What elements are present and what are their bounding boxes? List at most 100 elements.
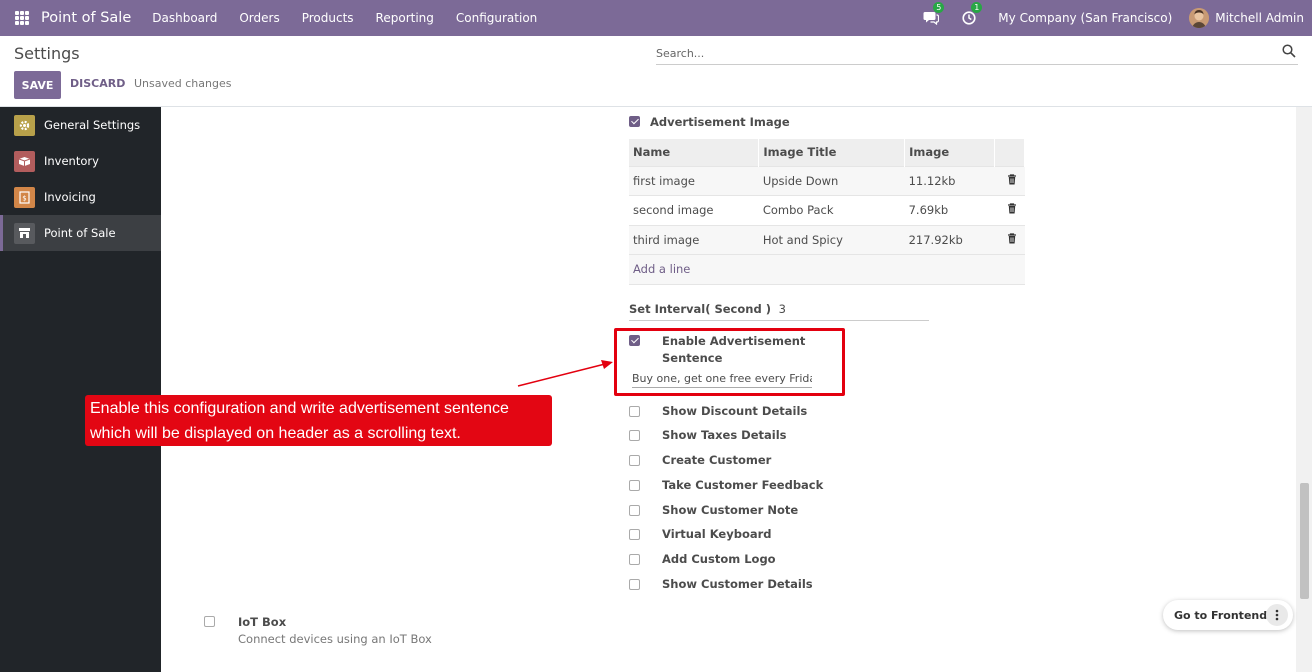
iot-box-description: Connect devices using an IoT Box	[238, 632, 432, 646]
option-show-customer-note[interactable]: Show Customer Note	[629, 503, 798, 517]
option-label: Show Taxes Details	[662, 428, 787, 442]
content-scrollbar[interactable]	[1296, 107, 1312, 672]
column-header-image[interactable]: Image	[904, 139, 996, 166]
option-virtual-keyboard[interactable]: Virtual Keyboard	[629, 527, 772, 541]
menu-dashboard[interactable]: Dashboard	[141, 11, 228, 25]
go-to-frontend-button[interactable]: Go to Frontend	[1174, 609, 1267, 622]
activities-button[interactable]: 1	[960, 2, 983, 27]
option-checkbox[interactable]	[629, 429, 640, 441]
delete-row-button[interactable]	[994, 165, 1025, 196]
app-name[interactable]: Point of Sale	[41, 10, 131, 26]
save-button[interactable]: SAVE	[14, 71, 61, 99]
option-add-custom-logo[interactable]: Add Custom Logo	[629, 552, 776, 566]
cell-image-title[interactable]: Hot and Spicy	[758, 224, 905, 255]
option-checkbox[interactable]	[629, 504, 640, 516]
box-icon	[14, 150, 35, 172]
delete-row-button[interactable]	[994, 224, 1025, 255]
kebab-menu-icon	[1275, 609, 1279, 621]
option-checkbox[interactable]	[629, 528, 640, 540]
table-row[interactable]: second image Combo Pack 7.69kb	[629, 195, 1025, 225]
interval-field: Set Interval( Second ) 3	[629, 302, 929, 321]
option-take-customer-feedback[interactable]: Take Customer Feedback	[629, 478, 823, 492]
add-line-link[interactable]: Add a line	[633, 262, 690, 276]
option-label: Take Customer Feedback	[662, 478, 824, 492]
top-navbar: Point of Sale Dashboard Orders Products …	[0, 0, 1312, 36]
scrollbar-thumb[interactable]	[1300, 483, 1309, 599]
option-label: Show Customer Details	[662, 577, 813, 591]
trash-icon	[1007, 203, 1016, 214]
menu-orders[interactable]: Orders	[228, 11, 290, 25]
sidebar-item-label: Point of Sale	[44, 226, 116, 240]
advertisement-image-table: Name Image Title Image first image Upsid…	[629, 139, 1025, 285]
option-create-customer[interactable]: Create Customer	[629, 453, 771, 467]
annotation-arrow-icon	[517, 360, 613, 387]
store-icon	[14, 222, 35, 244]
page-title: Settings	[14, 44, 80, 63]
invoice-icon: $	[14, 186, 35, 208]
cell-image[interactable]: 217.92kb	[904, 224, 995, 255]
sidebar-item-label: General Settings	[44, 118, 141, 132]
search-icon[interactable]	[1282, 44, 1296, 58]
add-line-row: Add a line	[629, 254, 1025, 285]
menu-configuration[interactable]: Configuration	[445, 11, 548, 25]
clock-icon	[962, 11, 976, 25]
sidebar-item-label: Inventory	[44, 154, 99, 168]
annotation-callout: Enable this configuration and write adve…	[85, 395, 552, 446]
cell-image[interactable]: 7.69kb	[904, 195, 995, 225]
annotation-callout-line1: Enable this configuration and write adve…	[90, 400, 509, 417]
delete-row-button[interactable]	[994, 195, 1025, 225]
activities-count-badge: 1	[971, 2, 983, 13]
sidebar-item-invoicing[interactable]: $ Invoicing	[0, 179, 161, 215]
advertisement-image-label: Advertisement Image	[650, 115, 790, 129]
column-header-name[interactable]: Name	[629, 139, 760, 166]
cell-name[interactable]: second image	[629, 195, 759, 225]
more-options-button[interactable]	[1266, 604, 1288, 626]
discard-button[interactable]: DISCARD	[70, 77, 125, 90]
option-label: Show Customer Note	[662, 503, 799, 517]
annotation-highlight-box	[614, 328, 845, 396]
menu-products[interactable]: Products	[291, 11, 365, 25]
table-row[interactable]: first image Upside Down 11.12kb	[629, 165, 1025, 196]
control-panel: Settings SAVE DISCARD Unsaved changes	[0, 36, 1312, 107]
option-label: Virtual Keyboard	[662, 527, 772, 541]
svg-text:$: $	[22, 194, 26, 202]
cell-name[interactable]: third image	[629, 224, 759, 255]
trash-icon	[1007, 174, 1016, 185]
option-label: Create Customer	[662, 453, 772, 467]
advertisement-image-checkbox[interactable]	[629, 116, 640, 127]
iot-box-checkbox[interactable]	[204, 616, 215, 627]
user-menu[interactable]: Mitchell Admin	[1215, 11, 1304, 25]
cell-image-title[interactable]: Upside Down	[758, 165, 905, 196]
apps-menu-icon[interactable]	[15, 11, 29, 25]
go-to-frontend-widget: Go to Frontend	[1163, 600, 1293, 630]
company-switcher[interactable]: My Company (San Francisco)	[998, 11, 1172, 25]
option-checkbox[interactable]	[629, 454, 640, 466]
table-row[interactable]: third image Hot and Spicy 217.92kb	[629, 224, 1025, 255]
search-input[interactable]	[656, 43, 1256, 63]
interval-value[interactable]: 3	[779, 302, 786, 316]
option-label: Add Custom Logo	[662, 552, 776, 566]
avatar[interactable]	[1189, 8, 1210, 28]
cell-image[interactable]: 11.12kb	[904, 165, 995, 196]
messages-button[interactable]: 5	[922, 2, 945, 27]
column-header-actions	[994, 139, 1025, 166]
column-header-image-title[interactable]: Image Title	[758, 139, 906, 166]
sidebar-item-inventory[interactable]: Inventory	[0, 143, 161, 179]
search-bar	[656, 43, 1298, 65]
cell-name[interactable]: first image	[629, 165, 759, 196]
sidebar-item-point-of-sale[interactable]: Point of Sale	[0, 215, 161, 251]
option-checkbox[interactable]	[629, 405, 640, 417]
gear-icon	[14, 114, 35, 136]
menu-reporting[interactable]: Reporting	[365, 11, 445, 25]
option-show-discount-details[interactable]: Show Discount Details	[629, 404, 807, 418]
sidebar-item-general-settings[interactable]: General Settings	[0, 107, 161, 143]
messages-count-badge: 5	[933, 2, 945, 13]
option-checkbox[interactable]	[629, 553, 640, 565]
cell-image-title[interactable]: Combo Pack	[758, 195, 905, 225]
sidebar-item-label: Invoicing	[44, 190, 96, 204]
option-show-taxes-details[interactable]: Show Taxes Details	[629, 428, 787, 442]
option-checkbox[interactable]	[629, 578, 640, 590]
option-show-customer-details[interactable]: Show Customer Details	[629, 577, 813, 591]
option-checkbox[interactable]	[629, 479, 640, 491]
chat-icon	[923, 12, 940, 25]
